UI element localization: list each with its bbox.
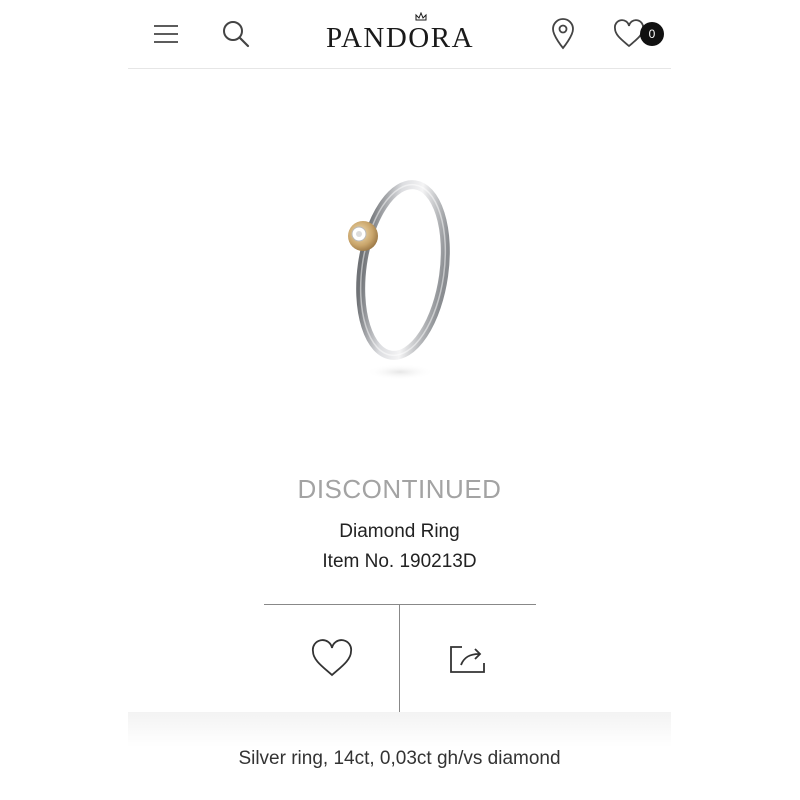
- share-button[interactable]: [400, 605, 535, 713]
- silver-diamond-ring-image: [348, 180, 450, 380]
- add-to-wishlist-button[interactable]: [264, 605, 400, 713]
- brand-logo[interactable]: PANDORA: [318, 12, 482, 54]
- heart-outline-icon: [311, 639, 352, 677]
- search-button[interactable]: [216, 14, 256, 54]
- location-pin-icon: [552, 18, 574, 50]
- wishlist-button[interactable]: 0: [612, 14, 672, 54]
- share-icon: [449, 646, 485, 673]
- wishlist-count-badge: 0: [640, 22, 664, 46]
- product-item-number: Item No. 190213D: [322, 551, 477, 572]
- product-page: PANDORA 0 DISCONTINUED Diamond Ring Item…: [128, 0, 671, 800]
- menu-button[interactable]: [146, 16, 186, 52]
- product-name: Diamond Ring: [339, 521, 460, 542]
- search-icon: [223, 21, 250, 48]
- store-locator-button[interactable]: [543, 14, 583, 54]
- product-image: [298, 150, 498, 410]
- brand-name: PANDORA: [325, 22, 475, 54]
- crown-icon: [415, 12, 427, 21]
- product-status: DISCONTINUED: [297, 474, 502, 504]
- hamburger-menu-icon: [154, 25, 178, 43]
- product-actions: [264, 604, 536, 714]
- site-header: PANDORA 0: [128, 0, 671, 69]
- product-description: Silver ring, 14ct, 0,03ct gh/vs diamond: [238, 748, 561, 769]
